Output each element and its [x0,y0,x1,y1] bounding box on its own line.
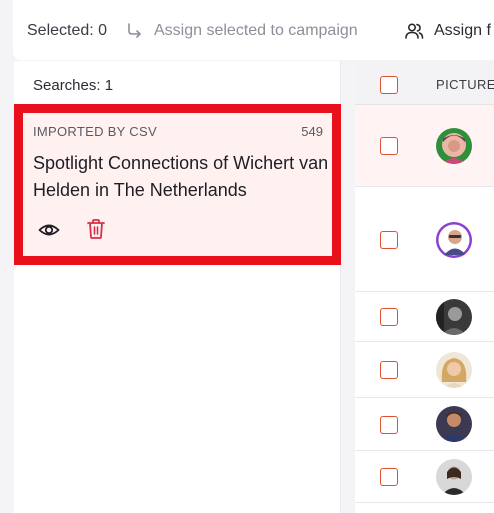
search-card[interactable]: IMPORTED BY CSV 549 Spotlight Connection… [14,104,341,265]
results-table: PICTURE [355,61,494,513]
table-row[interactable] [355,342,494,398]
avatar [436,222,472,258]
search-source-label: IMPORTED BY CSV [33,124,157,139]
search-title: Spotlight Connections of Wichert van Hel… [33,153,329,200]
avatar [436,352,472,388]
arrow-turn-right-icon [128,23,141,38]
avatar [436,128,472,164]
row-checkbox[interactable] [380,468,398,486]
table-row[interactable] [355,105,494,187]
searches-count: Searches: 1 [33,77,114,94]
searches-panel: Searches: 1 IMPORTED BY CSV 549 Spotligh… [14,61,341,513]
table-row[interactable] [355,398,494,451]
assign-to-campaign-button[interactable]: Assign selected to campaign [154,22,358,40]
search-result-count: 549 [301,124,323,139]
table-row[interactable] [355,451,494,503]
row-checkbox[interactable] [380,137,398,155]
avatar [436,299,472,335]
row-checkbox[interactable] [380,361,398,379]
users-icon [405,23,424,39]
column-header-picture: PICTURE [436,77,494,92]
assign-button[interactable]: Assign f [434,22,491,40]
row-checkbox[interactable] [380,416,398,434]
row-checkbox[interactable] [380,231,398,249]
table-header: PICTURE [355,61,494,105]
selected-count: Selected: 0 [27,22,108,39]
row-checkbox[interactable] [380,308,398,326]
table-row[interactable] [355,292,494,342]
selection-toolbar: Selected: 0 Assign selected to campaign … [13,0,494,60]
avatar [436,459,472,495]
table-row[interactable] [355,187,494,292]
select-all-checkbox[interactable] [380,76,398,94]
avatar [436,406,472,442]
eye-icon[interactable] [38,219,60,241]
trash-icon[interactable] [86,218,106,240]
